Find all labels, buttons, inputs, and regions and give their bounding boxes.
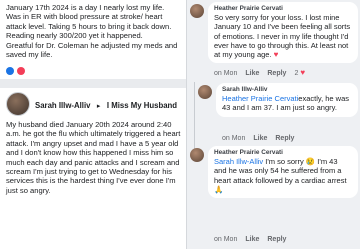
comment-2-text: Heather Prairie Cervatiexactly, he was 4… [222, 94, 352, 113]
post-2-text: My husband died January 20th 2024 around… [6, 120, 181, 195]
post-1-text: January 17th 2024 is a day I nearly lost… [6, 3, 178, 60]
comment-1-text: So very sorry for your loss. I lost mine… [214, 13, 352, 59]
comment-1-reaction-count[interactable]: 2 ♥ [294, 69, 305, 77]
column-divider [186, 0, 187, 249]
comment-3-mention[interactable]: Sarah Illw-Alliv [214, 157, 263, 166]
comment-1-reply-button[interactable]: Reply [267, 70, 286, 77]
love-reaction-icon [17, 67, 25, 75]
comment-1-author[interactable]: Heather Prairie Cervati [214, 5, 352, 12]
post-1-reactions[interactable] [6, 67, 25, 75]
avatar[interactable] [190, 148, 204, 162]
reaction-count-value: 2 [294, 69, 299, 77]
like-reaction-icon [6, 67, 14, 75]
post-2-group[interactable]: I Miss My Husband [107, 101, 177, 110]
comment-1-time[interactable]: on Mon [214, 70, 237, 77]
comment-2-like-button[interactable]: Like [253, 135, 267, 142]
comment-3-like-button[interactable]: Like [245, 236, 259, 243]
comment-3-bubble: Heather Prairie Cervati Sarah Illw-Alliv… [208, 146, 358, 199]
avatar[interactable] [190, 4, 204, 18]
comment-1-body: So very sorry for your loss. I lost mine… [214, 13, 351, 60]
comment-2-actions: on Mon Like Reply [216, 135, 294, 142]
heart-icon: ♥ [300, 68, 306, 77]
comment-2-time[interactable]: on Mon [222, 135, 245, 142]
reply-thread-line [194, 82, 195, 156]
avatar[interactable] [198, 85, 212, 99]
left-post-column: January 17th 2024 is a day I nearly lost… [0, 0, 186, 249]
comment-3-author[interactable]: Heather Prairie Cervati [214, 149, 352, 156]
comment-1-bubble: Heather Prairie Cervati So very sorry fo… [208, 2, 358, 64]
comment-2-mention[interactable]: Heather Prairie Cervati [222, 94, 298, 103]
heart-icon: ♥ [273, 50, 279, 60]
comment-3-time[interactable]: on Mon [214, 236, 237, 243]
arrow-right-icon: ▸ [96, 103, 101, 110]
comment-2-reply-button[interactable]: Reply [275, 135, 294, 142]
comment-1-like-button[interactable]: Like [245, 70, 259, 77]
comment-3-actions: on Mon Like Reply [208, 236, 286, 243]
post-separator [0, 79, 186, 88]
comment-2-bubble: Sarah Illw-Alliv Heather Prairie Cervati… [216, 83, 358, 117]
post-2-header: Sarah Illw-Alliv ▸ I Miss My Husband [6, 92, 177, 116]
comment-3-reply-button[interactable]: Reply [267, 236, 286, 243]
comment-3: Heather Prairie Cervati Sarah Illw-Alliv… [190, 146, 358, 199]
comment-2-author[interactable]: Sarah Illw-Alliv [222, 86, 352, 93]
post-2-author[interactable]: Sarah Illw-Alliv [35, 101, 90, 110]
comment-1: Heather Prairie Cervati So very sorry fo… [190, 2, 358, 64]
comment-2: Sarah Illw-Alliv Heather Prairie Cervati… [198, 83, 358, 117]
avatar[interactable] [6, 92, 30, 116]
comment-3-text: Sarah Illw-Alliv I'm so sorry 😢 I'm 43 a… [214, 157, 352, 194]
comment-1-actions: on Mon Like Reply 2 ♥ [208, 69, 305, 77]
